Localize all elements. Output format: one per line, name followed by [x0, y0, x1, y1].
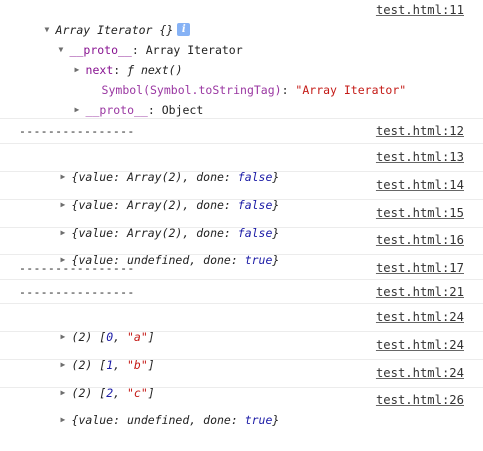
console-message: ▶ {value: undefined, done: true} test.htm… [0, 228, 483, 267]
triangle-right-icon[interactable]: ▶ [61, 410, 72, 430]
triangle-right-icon[interactable]: ▶ [75, 100, 86, 120]
console-message: ▶ (2) [2, "c"] test.html:24 [0, 360, 483, 400]
source-link[interactable]: test.html:24 [376, 307, 464, 327]
source-link[interactable]: test.html:13 [376, 147, 464, 167]
result-value: undefined [126, 413, 190, 427]
log-text: ---------------- [19, 124, 135, 138]
console-message: ▶ (2) [1, "b"] test.html:24 [0, 332, 483, 372]
source-link[interactable]: test.html:17 [376, 258, 464, 278]
proto-value: Object [161, 103, 204, 117]
source-link[interactable]: test.html:21 [376, 282, 464, 302]
console-message: ▼ Array Iterator {} i test.html:11 ▼ __prot… [0, 0, 483, 119]
log-text: ---------------- [19, 261, 135, 275]
source-link[interactable]: test.html:15 [376, 203, 464, 223]
log-text: ---------------- [19, 285, 135, 299]
console-message: ---------------- test.html:12 [0, 119, 483, 144]
console-message: ---------------- test.html:17 [0, 255, 483, 280]
source-link[interactable]: test.html:24 [376, 335, 464, 355]
console-message: ▶ (2) [0, "a"] test.html:24 [0, 304, 483, 344]
console-message: ---------------- test.html:21 [0, 280, 483, 304]
source-link[interactable]: test.html:24 [376, 363, 464, 383]
source-link[interactable]: test.html:26 [376, 390, 464, 410]
source-link[interactable]: test.html:16 [376, 230, 464, 250]
console-panel: ▼ Array Iterator {} i test.html:11 ▼ __prot… [0, 0, 483, 427]
console-message: ▶ {value: Array(2), done: false} test.htm… [0, 144, 483, 184]
source-link[interactable]: test.html:14 [376, 175, 464, 195]
source-link[interactable]: test.html:12 [376, 121, 464, 141]
done-value: true [244, 413, 273, 427]
console-message: ▶ {value: Array(2), done: false} test.htm… [0, 172, 483, 212]
proto-key: __proto__ [85, 103, 148, 117]
source-link[interactable]: test.html:11 [376, 0, 464, 20]
console-message: ▶ {value: undefined, done: true} test.htm… [0, 388, 483, 427]
console-message: ▶ {value: Array(2), done: false} test.htm… [0, 200, 483, 240]
